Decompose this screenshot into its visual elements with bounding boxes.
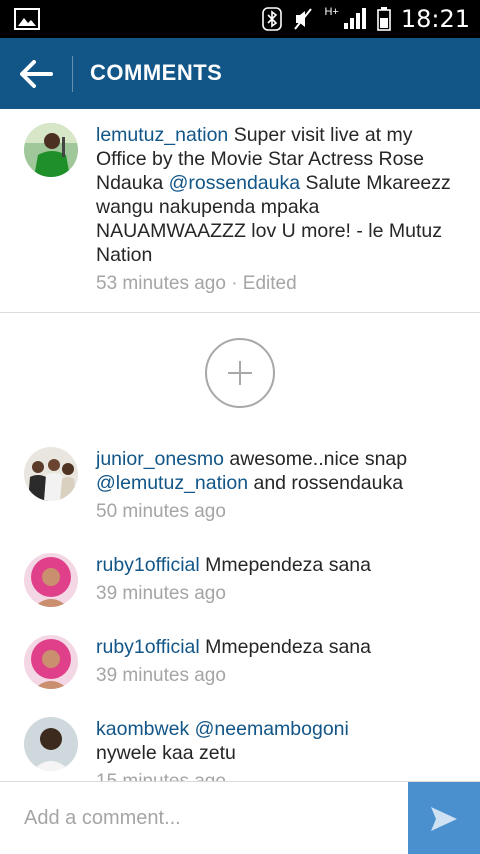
comments-list[interactable]: lemutuz_nation Super visit live at my Of… xyxy=(0,109,480,781)
mention-link[interactable]: @neemambogoni xyxy=(195,718,349,740)
comment-body: lemutuz_nation Super visit live at my Of… xyxy=(96,123,456,296)
avatar[interactable] xyxy=(24,123,78,177)
avatar[interactable] xyxy=(24,635,78,689)
image-icon xyxy=(14,8,40,30)
comment-username[interactable]: kaombwek xyxy=(96,718,189,740)
mention-link[interactable]: @lemutuz_nation xyxy=(96,472,248,494)
bluetooth-icon xyxy=(262,7,283,31)
comment-timestamp: 39 minutes ago xyxy=(96,665,226,686)
comment-composer xyxy=(0,781,480,854)
avatar[interactable] xyxy=(24,447,78,501)
signal-icon xyxy=(343,8,366,29)
comment-timestamp: 50 minutes ago xyxy=(96,501,226,522)
send-button[interactable] xyxy=(408,782,480,854)
load-more-button[interactable] xyxy=(205,338,275,408)
arrow-left-icon xyxy=(20,60,53,88)
comment-text: Mmependeza sana xyxy=(205,554,371,576)
send-icon xyxy=(431,806,457,831)
comment-body: ruby1official Mmependeza sana 39 minutes… xyxy=(96,635,456,688)
comment-username[interactable]: lemutuz_nation xyxy=(96,124,228,146)
divider xyxy=(0,312,480,313)
comment-timestamp: 15 minutes ago xyxy=(96,770,456,781)
comment-timestamp: 39 minutes ago xyxy=(96,583,226,604)
muted-icon xyxy=(294,8,313,30)
comment-body: ruby1official Mmependeza sana 39 minutes… xyxy=(96,553,456,606)
comment-text: awesome..nice snap xyxy=(229,448,408,470)
avatar[interactable] xyxy=(24,553,78,607)
comment-username[interactable]: junior_onesmo xyxy=(96,448,224,470)
comment-text: Mmependeza sana xyxy=(205,636,371,658)
comment-text: and rossendauka xyxy=(253,472,404,494)
comment-body: kaombwek @neemambogoni nywele kaa zetu 1… xyxy=(96,717,456,781)
avatar[interactable] xyxy=(24,717,78,771)
comment-timestamp: 53 minutes ago · Edited xyxy=(96,273,297,294)
app-bar-divider xyxy=(72,56,73,92)
comment-username[interactable]: ruby1official xyxy=(96,554,200,576)
comment-input[interactable] xyxy=(0,782,408,854)
clock: 18:21 xyxy=(400,5,470,33)
mention-link[interactable]: @rossendauka xyxy=(169,172,300,194)
battery-icon xyxy=(377,7,391,31)
comment-username[interactable]: ruby1official xyxy=(96,636,200,658)
app-bar: COMMENTS xyxy=(0,38,480,109)
network-type: H+ xyxy=(324,6,339,18)
back-button[interactable] xyxy=(14,52,58,96)
comment-text: nywele kaa zetu xyxy=(96,742,236,764)
comment-body: junior_onesmo awesome..nice snap @lemutu… xyxy=(96,447,456,524)
plus-icon xyxy=(228,361,252,385)
page-title: COMMENTS xyxy=(90,60,223,85)
status-bar: H+ 18:21 xyxy=(0,0,480,38)
